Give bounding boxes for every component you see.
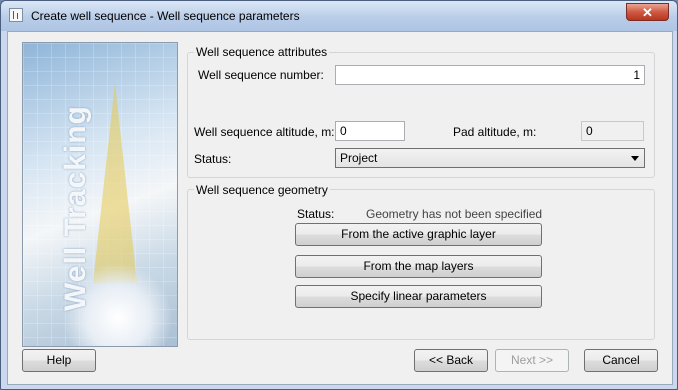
help-button[interactable]: Help (22, 349, 96, 372)
status-dropdown-value: Project (340, 151, 378, 165)
sequence-altitude-input[interactable]: 0 (335, 121, 405, 141)
pad-altitude-label: Pad altitude, m: (453, 125, 537, 139)
specify-linear-parameters-button[interactable]: Specify linear parameters (295, 285, 542, 308)
oil-rig-icon (93, 83, 137, 283)
close-button[interactable]: ✕ (626, 3, 669, 21)
status-dropdown[interactable]: Project (335, 148, 645, 168)
window-title: Create well sequence - Well sequence par… (31, 9, 300, 23)
geometry-group-label: Well sequence geometry (194, 183, 330, 197)
sequence-number-input[interactable]: 1 (335, 65, 645, 85)
pad-altitude-field: 0 (581, 121, 644, 141)
attributes-group-label: Well sequence attributes (194, 45, 330, 59)
from-active-graphic-layer-button[interactable]: From the active graphic layer (295, 223, 542, 246)
well-tracking-banner: Well Tracking (22, 42, 178, 347)
status-label: Status: (194, 152, 232, 166)
dialog-body: Well Tracking Well sequence attributes W… (7, 31, 673, 385)
sequence-altitude-label: Well sequence altitude, m: (194, 125, 335, 139)
banner-text: Well Tracking (59, 105, 92, 311)
chevron-down-icon (631, 156, 639, 161)
back-button[interactable]: << Back (414, 349, 488, 372)
cancel-button[interactable]: Cancel (584, 349, 658, 372)
next-button: Next >> (495, 349, 569, 372)
dialog-window: Create well sequence - Well sequence par… (0, 0, 678, 390)
app-icon (9, 8, 23, 22)
title-bar[interactable]: Create well sequence - Well sequence par… (1, 1, 677, 31)
geometry-status-label: Status: (297, 207, 335, 221)
geometry-status-value: Geometry has not been specified (366, 207, 543, 221)
sequence-number-label: Well sequence number: (198, 68, 324, 82)
from-map-layers-button[interactable]: From the map layers (295, 255, 542, 278)
